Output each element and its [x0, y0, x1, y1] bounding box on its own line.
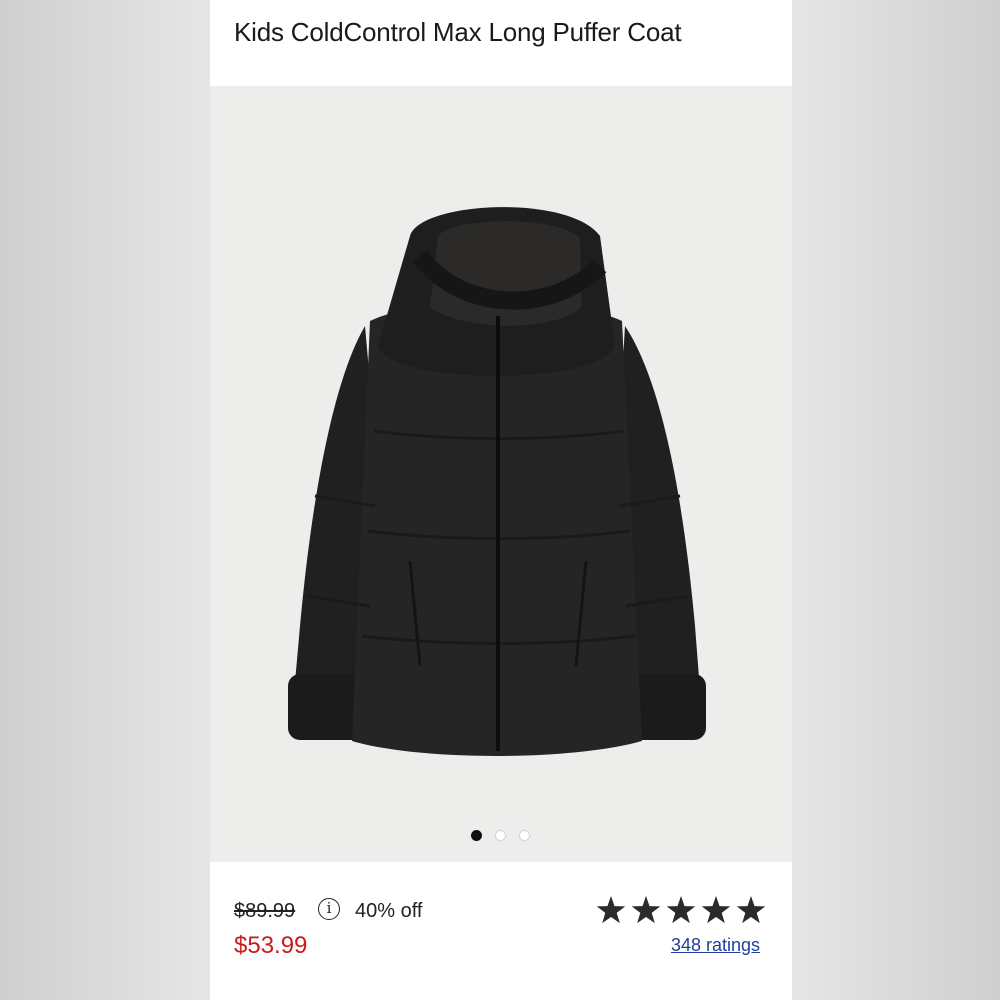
star-icon — [736, 896, 766, 924]
product-title: Kids ColdControl Max Long Puffer Coat — [234, 17, 682, 47]
star-icon — [701, 896, 731, 924]
ratings-link[interactable]: 348 ratings — [671, 935, 760, 956]
puffer-coat-image — [288, 207, 706, 756]
left-backdrop — [0, 0, 210, 1000]
carousel-dot-2[interactable] — [495, 830, 506, 841]
info-icon[interactable]: i — [318, 898, 340, 920]
carousel-dot-3[interactable] — [519, 830, 530, 841]
right-backdrop — [792, 0, 1000, 1000]
sale-price: $53.99 — [234, 932, 308, 959]
star-icon — [596, 896, 626, 924]
star-icon — [631, 896, 661, 924]
carousel-dot-1[interactable] — [471, 830, 482, 841]
product-image-carousel[interactable] — [210, 86, 792, 862]
product-screen: Kids ColdControl Max Long Puffer Coat $8… — [210, 0, 792, 1000]
original-price: $89.99 — [234, 900, 296, 922]
star-icon — [666, 896, 696, 924]
star-rating — [596, 896, 766, 924]
discount-label: 40% off — [355, 900, 423, 922]
carousel-dots — [210, 830, 792, 842]
